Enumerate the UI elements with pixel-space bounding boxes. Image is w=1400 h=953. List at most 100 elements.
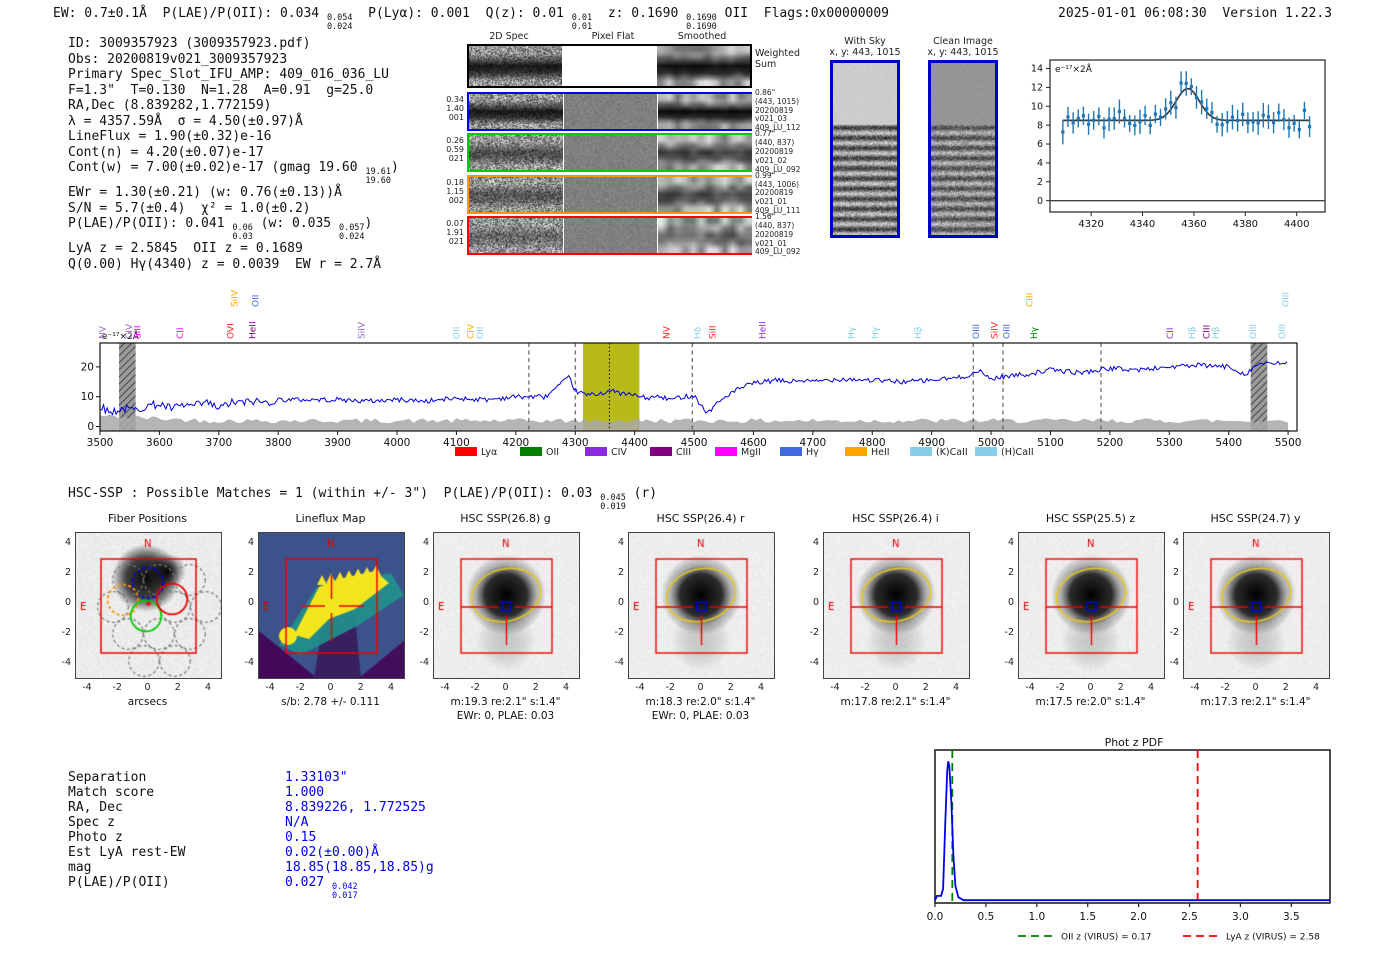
match-label: Photo z (68, 830, 123, 845)
y-tick-label: 2 (64, 566, 71, 578)
svg-text:CII: CII (1166, 327, 1176, 339)
svg-text:4000: 4000 (384, 437, 411, 449)
match-value: 0.15 (285, 830, 317, 845)
svg-text:5200: 5200 (1097, 437, 1124, 449)
cutout-title: HSC SSP(26.8) g (460, 512, 551, 525)
x-tick-label: 2 (532, 682, 539, 693)
with-sky-image (830, 60, 900, 238)
cutout-image-lineflux (258, 532, 405, 679)
y-tick-label: 0 (617, 597, 624, 608)
y-tick-label: 2 (812, 566, 819, 578)
svg-text:0.5: 0.5 (978, 911, 995, 923)
header-version: Version 1.22.3 (1222, 6, 1332, 21)
cutout-panel-4: HSC SSP(26.4) r 4 2 0 -2 -4 -4 -2 0 2 4 m:18.3 re:2… (596, 512, 799, 722)
cutout-caption-2: EWr: 0, PLAE: 0.03 (456, 710, 555, 722)
y-tick-label: 4 (1007, 536, 1014, 548)
with-sky-title: With Sky (844, 36, 886, 47)
svg-text:10: 10 (1031, 101, 1043, 112)
with-sky-coords: x, y: 443, 1015 (829, 47, 901, 58)
x-tick-label: -4 (1025, 682, 1035, 693)
svg-text:OIII: OIII (972, 324, 982, 339)
svg-text:4320: 4320 (1078, 219, 1103, 230)
match-row: Separation 1.33103" (68, 770, 434, 785)
x-tick-label: 4 (562, 682, 570, 693)
cutout-caption-2: EWr: 0, PLAE: 0.03 (651, 710, 750, 722)
clean-image-coords: x, y: 443, 1015 (927, 47, 999, 58)
svg-text:LyA z (VIRUS) = 2.58: LyA z (VIRUS) = 2.58 (1226, 933, 1320, 943)
info-line-12: P(LAE)/P(OII): 0.041 0.06 0.03 (w: 0.035 … (68, 216, 373, 242)
svg-text:5300: 5300 (1156, 437, 1183, 449)
svg-text:Hγ: Hγ (871, 326, 881, 339)
svg-text:3500: 3500 (87, 437, 114, 449)
svg-text:2: 2 (1037, 177, 1043, 188)
svg-text:4360: 4360 (1181, 219, 1206, 230)
x-tick-label: 2 (174, 682, 181, 693)
weighted-sum-label: Weighted Sum (755, 48, 800, 70)
svg-text:3600: 3600 (146, 437, 173, 449)
spec2d-image-noisy (469, 94, 563, 129)
svg-text:3.0: 3.0 (1232, 911, 1249, 923)
cutout-image-cutout (1018, 532, 1165, 679)
cutout-image-cutout (433, 532, 580, 679)
cutout-image-cutout (823, 532, 970, 679)
spec2d-col-title-3: Smoothed (677, 31, 727, 42)
spec-2d-panel: 2D Spec Pixel Flat Smoothed Weighted Sum… (443, 31, 863, 259)
spec2d-row-right-label: 0.99" (443, 1006) 20200819 v021_01 409_LU_11… (755, 170, 801, 215)
svg-text:1.0: 1.0 (1028, 911, 1045, 923)
svg-text:SiII: SiII (133, 325, 143, 339)
cutout-title: Fiber Positions (108, 512, 187, 525)
svg-text:NV: NV (663, 325, 673, 339)
spec2d-image-smooth (658, 176, 753, 212)
match-label: P(LAE)/P(OII) (68, 875, 170, 890)
y-tick-label: -4 (809, 657, 819, 669)
x-tick-label: -4 (82, 682, 92, 693)
svg-text:OII: OII (476, 327, 486, 339)
spec2d-col-title-1: 2D Spec (489, 31, 529, 42)
x-tick-label: -4 (1190, 682, 1200, 693)
svg-text:HeII: HeII (758, 321, 768, 339)
svg-text:Hβ: Hβ (1188, 326, 1198, 339)
y-tick-label: 2 (1007, 566, 1014, 578)
svg-text:0: 0 (87, 421, 94, 433)
match-row: P(LAE)/P(OII) 0.027 0.042 0.017 (68, 875, 434, 900)
y-tick-label: 4 (812, 536, 819, 548)
y-tick-label: 4 (64, 536, 71, 548)
x-tick-label: 0 (502, 682, 509, 693)
elixer-report-page: EW: 0.7±0.1Å P(LAE)/P(OII): 0.034 0.054 0… (0, 0, 1400, 953)
match-label: Est LyA rest-EW (68, 845, 186, 860)
svg-text:OII: OII (452, 327, 462, 339)
clean-image-title: Clean Image (933, 36, 993, 47)
cutout-panel-2: Lineflux Map 4 2 0 -2 -4 -4 -2 0 2 4 s/b: 2.78 +/- … (226, 512, 429, 722)
x-tick-label: 4 (952, 682, 960, 693)
spec2d-col-title-2: Pixel Flat (591, 31, 635, 42)
cutout-caption-1: m:17.3 re:2.1" s:1.4" (1200, 696, 1311, 708)
info-line-7: LineFlux = 1.90(±0.32)e-16 (68, 129, 272, 144)
y-tick-label: -4 (614, 657, 624, 669)
match-row: Photo z 0.15 (68, 830, 434, 845)
x-tick-label: -4 (830, 682, 840, 693)
svg-text:CIII: CIII (676, 447, 691, 458)
y-tick-label: 2 (1172, 566, 1179, 578)
x-tick-label: 0 (144, 682, 151, 693)
svg-text:3700: 3700 (205, 437, 232, 449)
y-tick-label: -4 (419, 657, 429, 669)
y-tick-label: 0 (812, 597, 819, 608)
x-tick-label: -2 (1055, 682, 1065, 693)
cutout-title: HSC SSP(24.7) y (1210, 512, 1301, 525)
svg-text:4380: 4380 (1233, 219, 1258, 230)
info-line-9: Cont(w) = 7.00(±0.02)e-17 (gmag 19.60 19… (68, 160, 399, 186)
svg-text:20: 20 (81, 361, 94, 373)
spec2d-row (467, 174, 753, 214)
match-label: Separation (68, 770, 147, 785)
spec2d-row (467, 216, 753, 256)
y-tick-label: -2 (809, 627, 819, 639)
match-value: N/A (285, 815, 309, 830)
info-line-8: Cont(n) = 4.20(±0.07)e-17 (68, 144, 264, 160)
x-tick-label: -4 (265, 682, 275, 693)
svg-text:4400: 4400 (1284, 219, 1309, 230)
svg-text:OVI: OVI (227, 323, 237, 339)
x-tick-label: 4 (1312, 682, 1320, 693)
spec2d-row-left-label: 0.34 1.40 001 (446, 95, 464, 122)
spec2d-image-noisy (469, 135, 563, 171)
y-tick-label: -4 (1169, 657, 1179, 669)
